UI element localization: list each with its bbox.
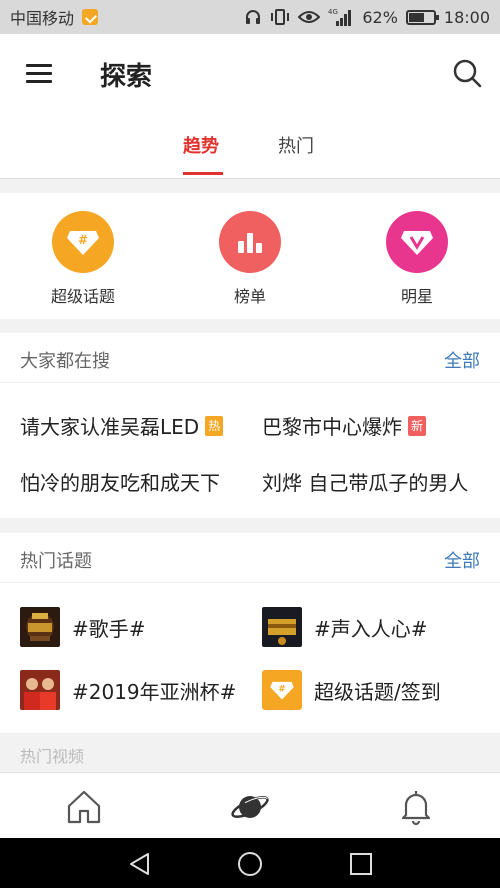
status-bar: 中国移动 4G 62% 18:00	[0, 0, 500, 34]
bottom-nav	[0, 772, 500, 838]
tab-popular[interactable]: 热门	[278, 132, 314, 158]
quick-entry-label: 榜单	[233, 287, 266, 306]
section-title: 热门视频	[20, 747, 85, 766]
topic-item[interactable]: #歌手#	[20, 607, 146, 647]
screen: 中国移动 4G 62% 18:00 探索 趋势 热门 # 超级话题 榜单 明星 …	[0, 0, 500, 888]
topic-label: #2019年亚洲杯#	[72, 679, 237, 704]
topic-thumbnail	[20, 670, 60, 710]
recents-icon[interactable]	[348, 851, 374, 877]
quick-entry-label: 明星	[400, 287, 433, 306]
hot-search-item[interactable]: 请大家认准吴磊LED 热	[20, 411, 224, 440]
carrier-label: 中国移动	[10, 9, 75, 28]
quick-entry-rankings[interactable]: 榜单	[190, 211, 310, 307]
topic-label: #歌手#	[72, 616, 146, 641]
diamond-hash-icon: #	[52, 211, 114, 273]
hot-video-section: 热门视频	[0, 733, 500, 773]
topic-item[interactable]: # 超级话题/签到	[262, 670, 441, 710]
tab-trends[interactable]: 趋势	[183, 132, 219, 158]
search-icon[interactable]	[452, 58, 482, 88]
quick-entry-stars[interactable]: 明星	[357, 211, 477, 307]
topic-label: 超级话题/签到	[314, 679, 441, 704]
battery-icon	[405, 9, 439, 25]
planet-icon[interactable]	[230, 787, 270, 827]
svg-text:#: #	[78, 233, 88, 247]
menu-icon[interactable]	[26, 64, 52, 84]
hot-topics-card: 热门话题 全部 #歌手# #声入人心# #2019年亚洲杯# # 超级话题/签到	[0, 533, 500, 733]
super-topic-icon: #	[262, 670, 302, 710]
home-circle-icon[interactable]	[237, 851, 263, 877]
section-title: 热门话题	[20, 551, 92, 572]
home-icon[interactable]	[64, 787, 104, 827]
active-tab-indicator	[183, 172, 223, 175]
hot-search-item[interactable]: 怕冷的朋友吃和成天下	[20, 467, 220, 496]
topic-thumbnail	[262, 607, 302, 647]
hot-search-text: 巴黎市中心爆炸	[262, 415, 402, 439]
topic-label: #声入人心#	[314, 616, 428, 641]
section-title: 大家都在搜	[20, 351, 110, 372]
hot-search-header: 大家都在搜 全部	[0, 333, 500, 383]
hot-search-text: 请大家认准吴磊LED	[20, 415, 200, 439]
bell-icon[interactable]	[396, 787, 436, 827]
hot-topics-header: 热门话题 全部	[0, 533, 500, 583]
hot-search-item[interactable]: 巴黎市中心爆炸 新	[262, 411, 427, 440]
hot-search-text: 刘烨 自己带瓜子的男人	[262, 471, 469, 495]
svg-text:#: #	[278, 684, 285, 694]
battery-percent: 62%	[362, 7, 398, 27]
status-left: 中国移动	[10, 5, 99, 29]
eye-comfort-icon	[298, 11, 321, 23]
system-nav-bar	[0, 838, 500, 888]
hot-search-more-link[interactable]: 全部	[444, 347, 480, 373]
quick-entries: # 超级话题 榜单 明星	[0, 193, 500, 319]
tab-bar: 趋势 热门	[0, 130, 500, 178]
diamond-v-icon	[386, 211, 448, 273]
network-type-label: 4G	[328, 8, 338, 16]
headphones-icon	[246, 10, 261, 24]
topic-item[interactable]: #2019年亚洲杯#	[20, 670, 236, 710]
topic-item[interactable]: #声入人心#	[262, 607, 428, 647]
quick-entry-super-topic[interactable]: # 超级话题	[23, 211, 143, 307]
hot-search-item[interactable]: 刘烨 自己带瓜子的男人	[262, 467, 468, 496]
page-title: 探索	[100, 62, 153, 92]
header: 探索 趋势 热门	[0, 34, 500, 179]
topic-thumbnail	[20, 607, 60, 647]
hot-badge: 热	[205, 415, 224, 436]
hot-search-text: 怕冷的朋友吃和成天下	[20, 471, 220, 495]
new-badge: 新	[408, 415, 427, 436]
hot-search-card: 大家都在搜 全部 请大家认准吴磊LED 热 巴黎市中心爆炸 新 怕冷的朋友吃和成…	[0, 333, 500, 518]
bar-chart-icon	[219, 211, 281, 273]
quick-entry-label: 超级话题	[50, 287, 115, 306]
signal-icon: 4G	[328, 8, 352, 26]
app-notification-icon	[82, 9, 99, 25]
battery-fill	[408, 12, 424, 22]
vibrate-icon	[271, 9, 290, 25]
back-icon[interactable]	[127, 851, 153, 877]
status-right: 4G 62% 18:00	[244, 7, 490, 27]
hot-topics-more-link[interactable]: 全部	[444, 547, 480, 573]
clock: 18:00	[443, 7, 490, 27]
